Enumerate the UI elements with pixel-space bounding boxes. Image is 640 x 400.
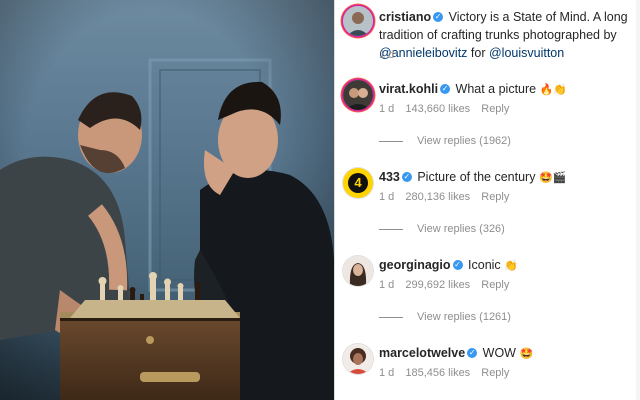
comment-text: 433 ✓ Picture of the century 🤩🎬 xyxy=(379,168,634,187)
comment-username[interactable]: georginagio xyxy=(379,258,451,272)
comment-time: 1 d xyxy=(379,103,395,115)
view-replies-button[interactable]: View replies (1261) xyxy=(379,310,511,324)
profile-photo-icon xyxy=(343,80,373,110)
view-replies-label: View replies (1261) xyxy=(417,311,511,323)
comment-item: 4 433 ✓ Picture of the century 🤩🎬 1 d 280… xyxy=(335,166,640,238)
caption-time: 1 d xyxy=(379,49,395,61)
comment-emoji: 👏 xyxy=(504,259,518,272)
mention-louisvuitton[interactable]: @louisvuitton xyxy=(489,46,564,60)
comment-text: georginagio ✓ Iconic 👏 xyxy=(379,256,634,275)
marcelotwelve-avatar[interactable] xyxy=(343,344,373,374)
comment-time: 1 d xyxy=(379,367,395,379)
replies-dash xyxy=(379,316,403,318)
profile-photo-icon xyxy=(343,344,373,374)
comment-emoji: 🤩 xyxy=(519,347,534,360)
comment-body: WOW xyxy=(482,346,516,360)
433-avatar[interactable]: 4 xyxy=(343,168,373,198)
profile-photo-icon xyxy=(343,256,373,286)
comment-body: Picture of the century xyxy=(417,170,536,184)
comment-body: Iconic xyxy=(468,258,501,272)
comment-meta: 1 d 143,660 likes Reply xyxy=(379,102,517,116)
cristiano-avatar[interactable] xyxy=(343,6,373,36)
scrollbar[interactable] xyxy=(636,0,640,400)
caption-body-mid: for xyxy=(467,46,489,60)
verified-badge-icon: ✓ xyxy=(433,11,444,22)
view-replies-label: View replies (1962) xyxy=(417,135,511,147)
verified-badge-icon: ✓ xyxy=(467,347,478,358)
georginagio-avatar[interactable] xyxy=(343,256,373,286)
caption-username[interactable]: cristiano xyxy=(379,10,431,24)
replies-dash xyxy=(379,140,403,142)
reply-button[interactable]: Reply xyxy=(481,279,509,291)
reply-button[interactable]: Reply xyxy=(481,367,509,379)
verified-badge-icon: ✓ xyxy=(452,259,463,270)
comment-likes[interactable]: 299,692 likes xyxy=(405,279,470,291)
comment-time: 1 d xyxy=(379,279,395,291)
comment-emoji: 🔥👏 xyxy=(539,83,568,96)
reply-button[interactable]: Reply xyxy=(481,103,509,115)
comment-likes[interactable]: 280,136 likes xyxy=(405,191,470,203)
comment-meta: 1 d 299,692 likes Reply xyxy=(379,278,517,292)
comment-body: What a picture xyxy=(455,82,537,96)
view-replies-label: View replies (326) xyxy=(417,223,505,235)
view-replies-button[interactable]: View replies (326) xyxy=(379,222,505,236)
comment-text: virat.kohli ✓ What a picture 🔥👏 xyxy=(379,80,634,99)
replies-dash xyxy=(379,228,403,230)
comment-meta: 1 d 185,456 likes Reply xyxy=(379,366,517,380)
caption-text: cristiano ✓ Victory is a State of Mind. A… xyxy=(379,8,634,62)
reply-button[interactable]: Reply xyxy=(481,191,509,203)
comment-username[interactable]: 433 xyxy=(379,170,400,184)
post-caption: cristiano ✓ Victory is a State of Mind. A… xyxy=(335,4,640,62)
virat-kohli-avatar[interactable] xyxy=(343,80,373,110)
comment-emoji: 🤩🎬 xyxy=(538,171,567,184)
comment-username[interactable]: marcelotwelve xyxy=(379,346,465,360)
comment-item: virat.kohli ✓ What a picture 🔥👏 1 d 143,6… xyxy=(335,78,640,150)
verified-badge-icon: ✓ xyxy=(401,171,412,182)
comment-item: georginagio ✓ Iconic 👏 1 d 299,692 likes … xyxy=(335,254,640,326)
comment-meta: 1 d 280,136 likes Reply xyxy=(379,190,517,204)
view-replies-button[interactable]: View replies (1962) xyxy=(379,134,511,148)
profile-photo-icon xyxy=(343,6,373,36)
433-logo-text: 4 xyxy=(348,173,368,193)
chess-scene-illustration xyxy=(0,0,334,400)
comment-likes[interactable]: 143,660 likes xyxy=(405,103,470,115)
comment-username[interactable]: virat.kohli xyxy=(379,82,438,96)
verified-badge-icon: ✓ xyxy=(440,83,451,94)
caption-meta: 1 d xyxy=(379,48,402,62)
comments-panel[interactable]: cristiano ✓ Victory is a State of Mind. A… xyxy=(335,0,640,400)
comment-likes[interactable]: 185,456 likes xyxy=(405,367,470,379)
comment-text: marcelotwelve ✓ WOW 🤩 xyxy=(379,344,634,363)
post-photo xyxy=(0,0,334,400)
comment-time: 1 d xyxy=(379,191,395,203)
comment-item: marcelotwelve ✓ WOW 🤩 1 d 185,456 likes R… xyxy=(335,342,640,392)
